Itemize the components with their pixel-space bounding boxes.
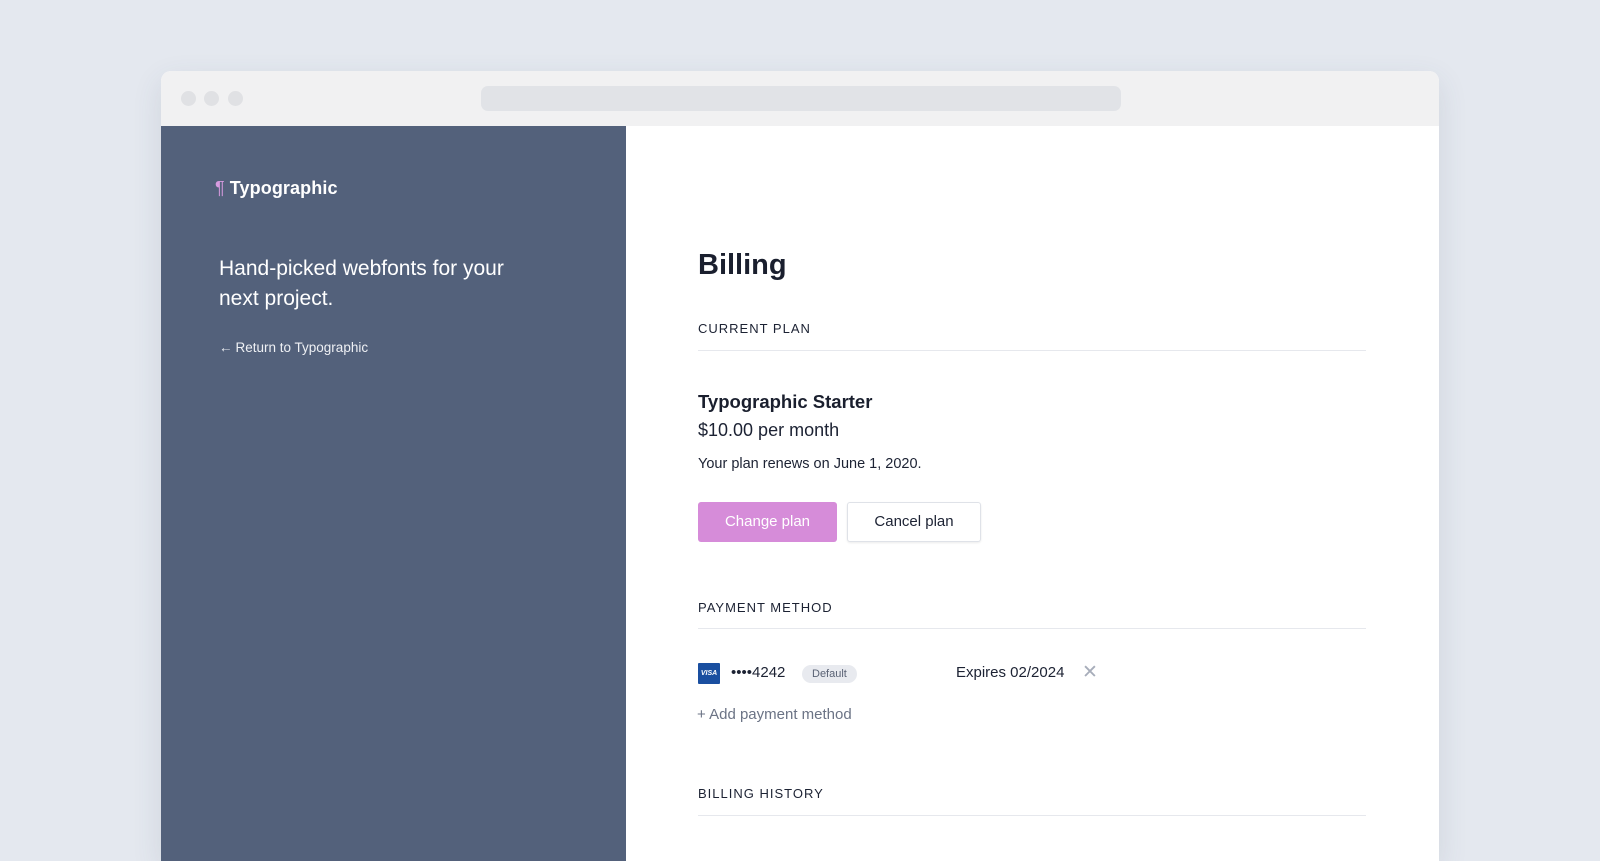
current-plan-heading: CURRENT PLAN <box>698 321 811 336</box>
return-link[interactable]: ← Return to Typographic <box>219 340 368 355</box>
billing-main: Billing CURRENT PLAN Typographic Starter… <box>626 126 1439 861</box>
page-title: Billing <box>698 249 787 281</box>
brand-logo[interactable]: ¶ Typographic <box>215 178 338 199</box>
default-badge: Default <box>802 665 857 683</box>
add-payment-method-link[interactable]: + Add payment method <box>697 706 852 723</box>
plan-price: $10.00 per month <box>698 420 840 440</box>
arrow-left-icon: ← <box>219 340 233 355</box>
payment-method-divider <box>698 628 1366 629</box>
visa-card-icon: VISA <box>698 663 720 684</box>
payment-method-row: VISA ••••4242 Default Expires 02/2024 ✕ <box>698 661 1366 685</box>
window-maximize-dot[interactable] <box>228 91 243 106</box>
sidebar-tagline: Hand-picked webfonts for your next proje… <box>219 257 504 310</box>
card-expiry: Expires 02/2024 <box>956 664 1065 681</box>
browser-chrome <box>161 71 1439 126</box>
plan-renewal-text: Your plan renews on June 1, 2020. <box>698 456 922 472</box>
billing-history-divider <box>698 815 1366 816</box>
browser-window: ¶ Typographic Hand-picked webfonts for yo… <box>161 71 1439 861</box>
sidebar: ¶ Typographic Hand-picked webfonts for yo… <box>161 126 626 861</box>
billing-history-heading: BILLING HISTORY <box>698 786 824 801</box>
pilcrow-icon: ¶ <box>215 178 225 198</box>
return-link-label: Return to Typographic <box>235 340 369 355</box>
brand-name: Typographic <box>229 178 338 198</box>
remove-card-icon[interactable]: ✕ <box>1082 661 1098 684</box>
cancel-plan-button[interactable]: Cancel plan <box>847 502 981 542</box>
window-close-dot[interactable] <box>181 91 196 106</box>
card-number: ••••4242 <box>731 664 786 681</box>
page-content: ¶ Typographic Hand-picked webfonts for yo… <box>161 126 1439 861</box>
current-plan-divider <box>698 350 1366 351</box>
address-bar[interactable] <box>481 86 1121 111</box>
payment-method-heading: PAYMENT METHOD <box>698 600 833 615</box>
window-minimize-dot[interactable] <box>204 91 219 106</box>
change-plan-button[interactable]: Change plan <box>698 502 837 542</box>
plan-name: Typographic Starter <box>698 391 873 412</box>
